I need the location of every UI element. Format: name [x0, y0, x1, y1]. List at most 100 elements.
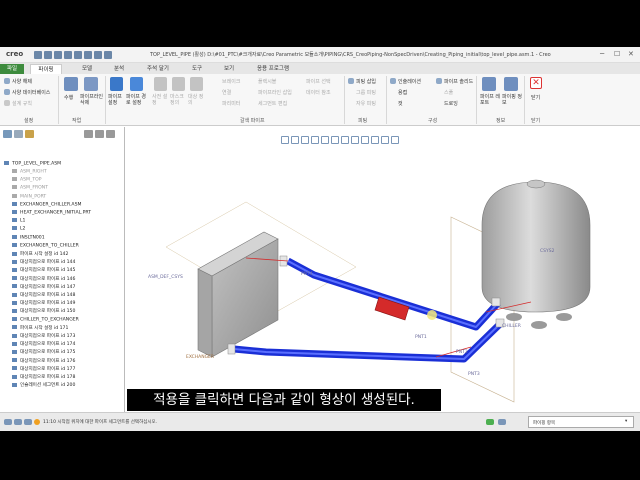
tree-item[interactable]: 파이프 시작 설정 id 142	[12, 251, 68, 257]
tree-item[interactable]: 대상지점으로 파이프 id 147	[12, 284, 75, 290]
regenerate-icon[interactable]	[84, 51, 92, 59]
tree-item[interactable]: HEAT_EXCHANGER_INITIAL.PRT	[12, 210, 91, 216]
weld-button[interactable]: 용접	[398, 89, 407, 96]
selection-filter[interactable]: 파이핑 항목 ▾	[528, 416, 634, 428]
favorites-icon[interactable]	[25, 130, 34, 138]
spec-off-button[interactable]: 사양 해제	[12, 78, 32, 85]
design-rules-button[interactable]: 설계 규칙	[12, 100, 32, 107]
tab-model[interactable]: 모델	[74, 64, 100, 74]
spool-button[interactable]: 스풀	[444, 89, 453, 96]
tree-item-icon	[12, 177, 17, 182]
tree-columns-icon[interactable]	[106, 130, 115, 138]
tab-applications[interactable]: 응용 프로그램	[248, 64, 298, 74]
heat-exchanger-side[interactable]	[197, 268, 213, 358]
message-log-icon[interactable]	[4, 419, 12, 425]
tree-item-label: 대상지점으로 파이프 id 178	[20, 375, 76, 380]
tree-item[interactable]: 대상지점으로 파이프 id 146	[12, 276, 75, 282]
tree-item[interactable]: INSLTN001	[12, 234, 45, 240]
browser-toggle-icon[interactable]	[24, 419, 32, 425]
break-button[interactable]: 브레이크	[222, 78, 240, 85]
chiller-tank[interactable]	[481, 181, 591, 313]
tree-item[interactable]: CHILLER_TO_EXCHANGER	[12, 316, 79, 322]
pipe-solid-button[interactable]: 파이프 솔리드	[444, 78, 473, 85]
tree-item-label: EXCHANGER_TO_CHILLER	[20, 243, 79, 249]
tree-item[interactable]: ASM_FRONT	[12, 185, 48, 191]
mask-define-button[interactable]: 마스크 정의	[170, 94, 186, 106]
save-icon[interactable]	[54, 51, 62, 59]
tree-item[interactable]: 인슐레이션 세그먼트 id 200	[12, 382, 75, 388]
close-button[interactable]: 닫기	[531, 94, 540, 101]
tree-item[interactable]: EXCHANGER_CHILLER.ASM	[12, 201, 82, 208]
tree-item[interactable]: 대상지점으로 파이프 id 148	[12, 292, 75, 298]
tree-item[interactable]: L1	[12, 218, 25, 224]
free-fitting-button[interactable]: 자유 피팅	[356, 100, 376, 107]
model-tree-toggle-icon[interactable]	[14, 419, 22, 425]
delete-pipeline-button[interactable]: 파이프라인 삭제	[80, 94, 104, 106]
smart-select-icon[interactable]	[498, 419, 506, 425]
model-tree-icon[interactable]	[3, 130, 12, 138]
windows-icon[interactable]	[94, 51, 102, 59]
cut-button[interactable]: 컷	[398, 100, 403, 107]
tree-item[interactable]: 대상지점으로 파이프 id 149	[12, 300, 75, 306]
parameter-button[interactable]: 파리미터	[222, 100, 240, 107]
tree-item[interactable]: L2	[12, 226, 25, 232]
tree-item[interactable]: 대상지점으로 파이프 id 174	[12, 341, 75, 347]
close-window-icon[interactable]	[104, 51, 112, 59]
pipe-exchanger-to-chiller[interactable]	[286, 257, 501, 331]
tree-item[interactable]: 대상지점으로 파이프 id 176	[12, 358, 75, 364]
tree-item[interactable]: 대상지점으로 파이프 id 150	[12, 308, 75, 314]
tree-root[interactable]: TOP_LEVEL_PIPE.ASM	[4, 161, 61, 167]
tree-filter-icon[interactable]	[95, 130, 104, 138]
tree-item[interactable]: MAIN_PORT	[12, 193, 46, 199]
tree-item[interactable]: 대상지점으로 파이프 id 177	[12, 366, 75, 372]
pipe-report-button[interactable]: 파이프 레포트	[480, 94, 500, 106]
tree-item[interactable]: 대상지점으로 파이프 id 173	[12, 333, 75, 339]
insulation-button[interactable]: 인슐레이션	[398, 78, 421, 85]
drawing-button[interactable]: 드로잉	[444, 100, 458, 107]
new-file-icon[interactable]	[34, 51, 42, 59]
close-icon[interactable]: ✕	[628, 50, 634, 58]
pipe-select-button[interactable]: 파이프 선택	[306, 78, 331, 85]
pipe-route-button[interactable]: 파이프 경로 설정	[126, 94, 150, 106]
undo-icon[interactable]	[64, 51, 72, 59]
tree-item[interactable]: 대상지점으로 파이프 id 145	[12, 267, 75, 273]
tree-item[interactable]: EXCHANGER_TO_CHILLER	[12, 242, 79, 249]
tree-item[interactable]: ASM_TOP	[12, 177, 42, 183]
pipe-setup-button[interactable]: 파이프 설정	[108, 94, 126, 106]
tab-tools[interactable]: 도구	[184, 64, 210, 74]
tree-item[interactable]: 대상지점으로 파이프 id 178	[12, 374, 75, 380]
tree-item[interactable]: ASM_RIGHT	[12, 169, 47, 175]
data-reference-button[interactable]: 데이터 참조	[306, 89, 331, 96]
tree-settings-icon[interactable]	[84, 130, 93, 138]
minimize-icon[interactable]: ─	[600, 50, 604, 58]
tree-item-label: ASM_TOP	[20, 177, 42, 183]
preset-button[interactable]: 사전 설정	[152, 94, 168, 106]
tree-item[interactable]: 파이프 시작 설정 id 171	[12, 325, 68, 331]
tab-analysis[interactable]: 분석	[106, 64, 132, 74]
flexible-button[interactable]: 플렉시블	[258, 78, 276, 85]
piping-info-button[interactable]: 파이핑 정보	[502, 94, 522, 106]
tab-annotate[interactable]: 주석 달기	[140, 64, 176, 74]
edit-segment-button[interactable]: 세그먼트 편집	[258, 100, 287, 107]
tab-view[interactable]: 보기	[216, 64, 242, 74]
spec-db-button[interactable]: 사양 데이터베이스	[12, 89, 50, 96]
open-file-icon[interactable]	[44, 51, 52, 59]
tab-file[interactable]: 파일	[0, 64, 24, 74]
maximize-icon[interactable]: ☐	[614, 50, 620, 58]
connect-button[interactable]: 연결	[222, 89, 231, 96]
tree-item[interactable]: 대상지점으로 파이프 id 175	[12, 349, 75, 355]
pipe-setup-icon	[110, 77, 123, 91]
insert-pipeline-button[interactable]: 파이프라인 삽입	[258, 89, 292, 96]
group-fitting-button[interactable]: 그룹 피팅	[356, 89, 376, 96]
tab-piping[interactable]: 파이핑	[30, 64, 62, 74]
graphics-window[interactable]: ASM_DEF_CSYS PNT4 PNT1 PNT2 PNT3 EXCHANG…	[126, 127, 640, 412]
redo-icon[interactable]	[74, 51, 82, 59]
tree-item[interactable]: 대상지점으로 파이프 id 144	[12, 259, 75, 265]
fitting-insert-button[interactable]: 피팅 삽입	[356, 78, 376, 85]
target-define-button[interactable]: 대상 정의	[188, 94, 204, 106]
group-modify-label: 갈색 파이프	[240, 118, 265, 124]
folder-browser-icon[interactable]	[14, 130, 23, 138]
tree-item-label: ASM_RIGHT	[20, 169, 47, 175]
perform-button[interactable]: 수행	[64, 94, 73, 101]
tree-item-label: EXCHANGER_CHILLER.ASM	[20, 202, 82, 208]
